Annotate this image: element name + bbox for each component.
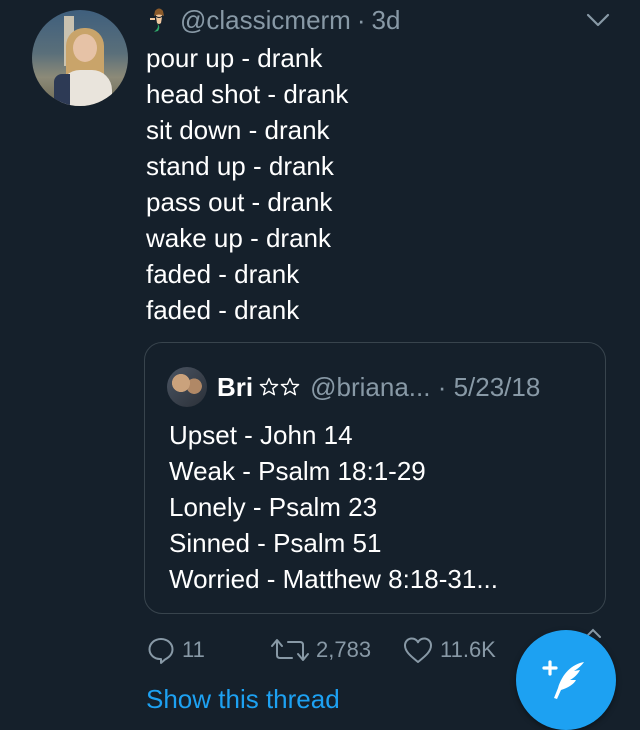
reply-button[interactable]: 11 (146, 632, 205, 668)
tweet-actions: 11 2,783 11.6K (146, 632, 546, 668)
tweet-line: stand up - drank (146, 151, 334, 181)
quoted-line: Sinned - Psalm 51 (169, 528, 382, 558)
mermaid-emoji-icon (150, 8, 164, 32)
retweet-count: 2,783 (316, 637, 372, 662)
retweet-icon (271, 639, 309, 661)
tweet-line: faded - drank (146, 259, 300, 289)
like-button[interactable]: 11.6K (402, 632, 496, 668)
retweet-button[interactable]: 2,783 (270, 632, 371, 668)
tweet-line: wake up - drank (146, 223, 331, 253)
tweet-header: @classicmerm · 3d (146, 4, 400, 36)
like-count: 11.6K (440, 637, 496, 662)
quoted-tweet-header: Bri @briana... · 5/23/18 (167, 367, 540, 407)
tweet-time[interactable]: 3d (372, 5, 401, 36)
quoted-tweet-card[interactable]: Bri @briana... · 5/23/18 Upset - John 14… (144, 342, 606, 614)
quoted-line: Weak - Psalm 18:1-29 (169, 456, 426, 486)
reply-icon (148, 638, 174, 664)
tweet-line: faded - drank (146, 295, 300, 325)
chevron-down-icon[interactable] (586, 10, 610, 30)
quoted-handle-time: @briana... · 5/23/18 (310, 371, 541, 402)
star-outline-icon (259, 377, 279, 396)
quoted-line: Upset - John 14 (169, 420, 353, 450)
tweet-line: pour up - drank (146, 43, 323, 73)
quoted-author-name: Bri (217, 371, 254, 402)
author-avatar[interactable] (32, 10, 128, 106)
heart-icon (404, 637, 432, 663)
star-outline-icon (280, 377, 300, 396)
reply-count: 11 (182, 637, 205, 662)
star-outline-icon (259, 377, 300, 397)
quoted-line: Lonely - Psalm 23 (169, 492, 378, 522)
tweet-text: pour up - drank head shot - drank sit do… (146, 40, 348, 328)
tweet-line: head shot - drank (146, 79, 349, 109)
quoted-line: Worried - Matthew 8:18-31... (169, 564, 498, 594)
avatar-face (73, 34, 97, 62)
quoted-tweet-text: Upset - John 14 Weak - Psalm 18:1-29 Lon… (169, 417, 498, 597)
compose-tweet-button[interactable] (516, 630, 616, 730)
author-handle[interactable]: @classicmerm (180, 5, 351, 36)
quoted-author-avatar (167, 367, 207, 407)
compose-feather-icon (542, 660, 584, 699)
show-thread-link[interactable]: Show this thread (146, 684, 340, 715)
header-separator: · (356, 4, 366, 35)
tweet-line: pass out - drank (146, 187, 333, 217)
avatar-jacket (54, 74, 70, 106)
tweet-line: sit down - drank (146, 115, 330, 145)
